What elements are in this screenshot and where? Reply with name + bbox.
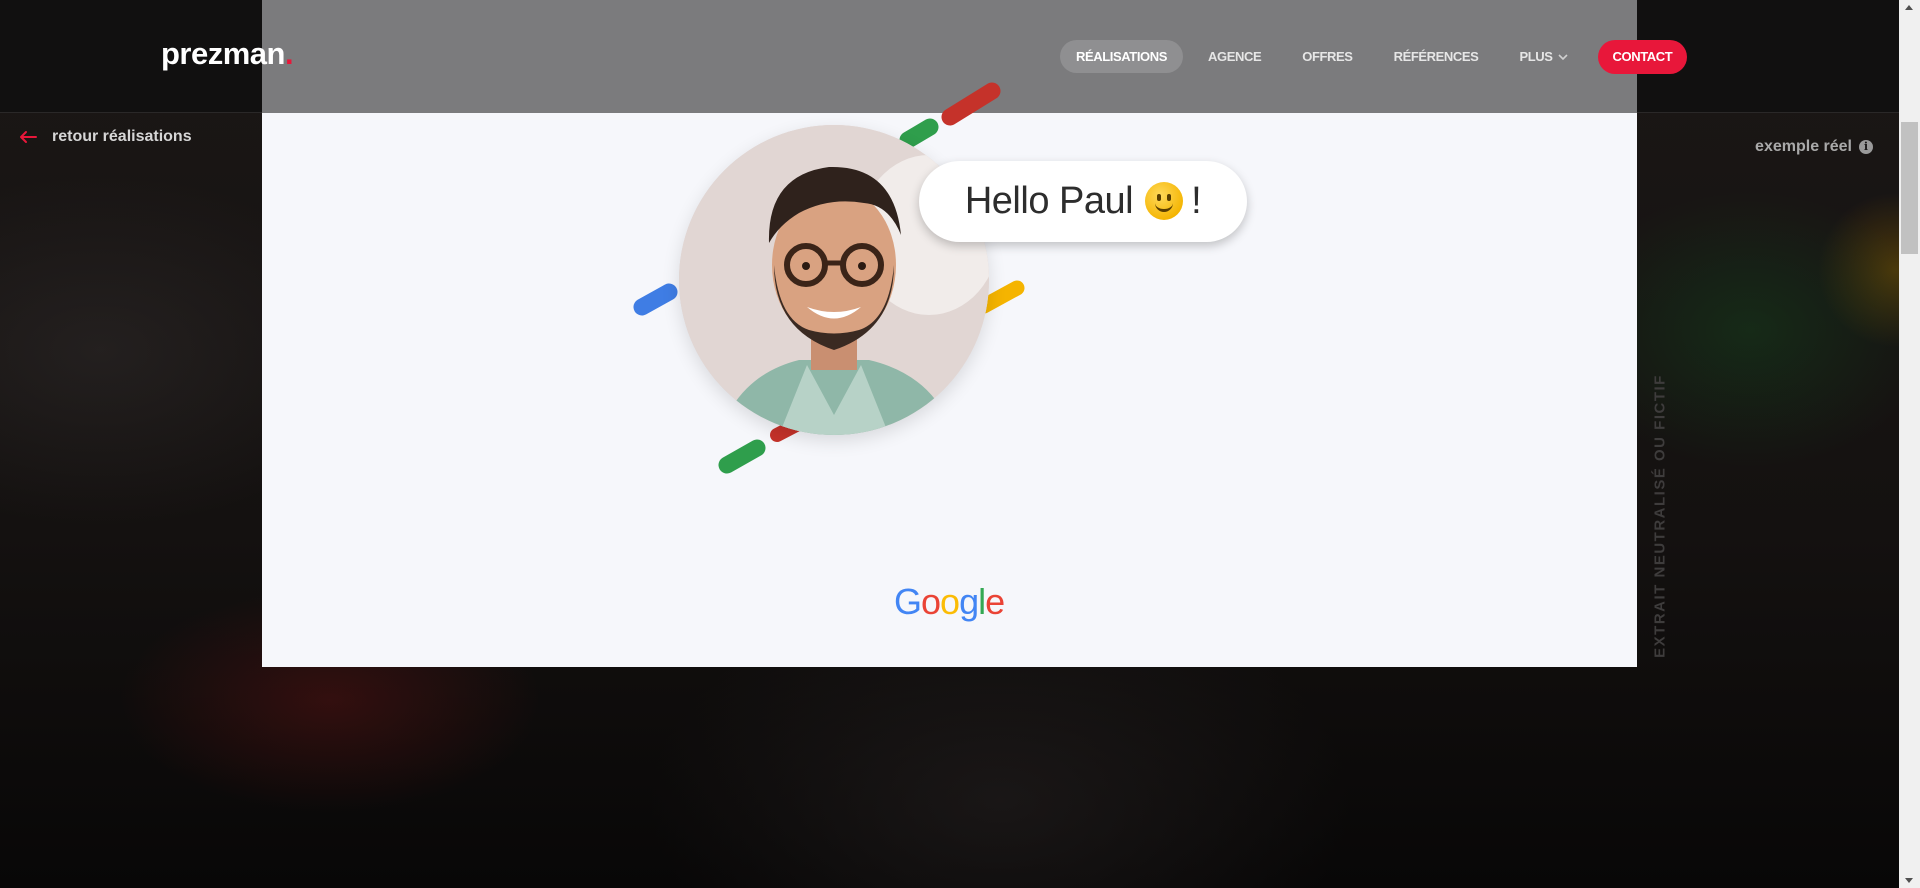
- stripe-blue-left: [633, 283, 678, 316]
- google-letter: o: [921, 581, 941, 622]
- scrollbar-thumb[interactable]: [1901, 122, 1918, 254]
- greeting-text: Hello Paul!: [964, 180, 1202, 223]
- side-disclaimer-label: EXTRAIT NEUTRALISÉ OU FICTIF: [1651, 374, 1669, 658]
- google-logo: Google: [894, 581, 1005, 623]
- real-example-indicator[interactable]: exemple réel i: [1755, 138, 1873, 156]
- greeting-bubble: Hello Paul!: [919, 161, 1247, 242]
- page-scrollbar[interactable]: [1899, 0, 1920, 888]
- google-letter: g: [959, 581, 979, 622]
- scroll-up-arrow-icon[interactable]: [1905, 5, 1913, 10]
- google-letter: G: [894, 581, 922, 622]
- real-example-label: exemple réel: [1755, 138, 1852, 155]
- back-to-realisations-link[interactable]: retour réalisations: [18, 128, 192, 146]
- stripe-green-top: [899, 118, 939, 149]
- stripe-yellow-right: [976, 280, 1025, 314]
- stripe-red-top: [941, 82, 1001, 126]
- info-icon[interactable]: i: [1859, 140, 1873, 154]
- google-letter: o: [940, 581, 960, 622]
- back-link-label: retour réalisations: [52, 128, 192, 145]
- scroll-down-arrow-icon[interactable]: [1905, 878, 1913, 883]
- arrow-left-icon: [20, 131, 37, 143]
- smiley-icon: [1145, 182, 1184, 220]
- greeting-name: Hello Paul: [964, 180, 1134, 222]
- stripe-green-bottom: [718, 439, 766, 474]
- greeting-end: !: [1191, 180, 1202, 222]
- google-letter: e: [985, 581, 1005, 622]
